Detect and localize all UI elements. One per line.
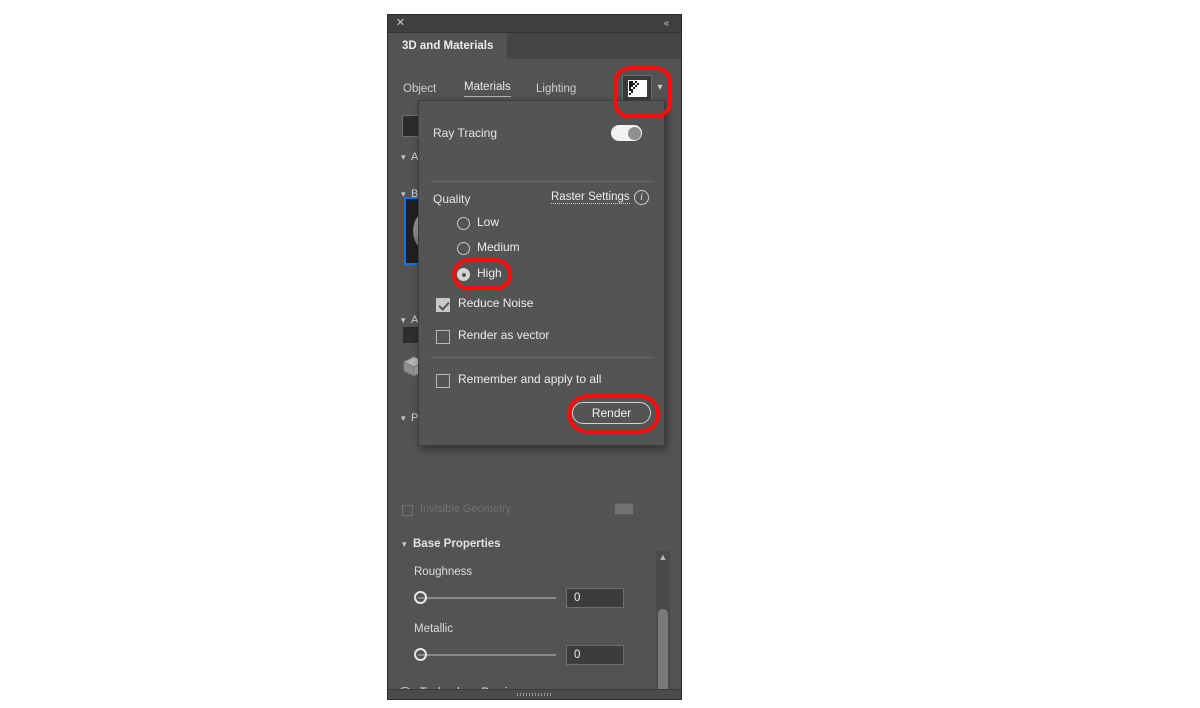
invisible-geometry-label: Invisible Geometry [420, 503, 512, 515]
roughness-value-input[interactable]: 0 [566, 588, 624, 608]
remember-apply-all-checkbox[interactable] [436, 374, 450, 388]
ray-tracing-toggle[interactable] [611, 125, 642, 141]
collapse-panel-icon[interactable]: « [659, 17, 673, 30]
collapsible-section-a2[interactable]: ▾ A [401, 314, 418, 326]
chevron-down-icon: ▾ [401, 315, 406, 325]
properties-scrollbar[interactable]: ▲ ▼ [656, 551, 670, 699]
chevron-down-icon: ▾ [401, 413, 406, 423]
ray-tracing-row: Ray Tracing [419, 101, 664, 167]
chevron-down-icon: ▾ [401, 152, 406, 162]
metallic-value-input[interactable]: 0 [566, 645, 624, 665]
collapsible-section-a1[interactable]: ▾ A [401, 151, 418, 163]
invisible-geometry-checkbox[interactable] [402, 505, 413, 516]
panel-tab-strip: 3D and Materials [388, 33, 681, 59]
swatch-glyph-icon: ▉▉▉ [615, 504, 634, 514]
reduce-noise-checkbox[interactable] [436, 298, 450, 312]
chevron-down-icon: ▾ [402, 539, 407, 549]
close-icon[interactable]: ✕ [394, 17, 407, 30]
divider-2 [431, 357, 654, 358]
quality-label: Quality [433, 192, 471, 206]
ray-tracing-label: Ray Tracing [433, 126, 498, 140]
base-properties-header[interactable]: ▾ Base Properties [402, 538, 501, 550]
radio-low[interactable] [457, 217, 470, 230]
radio-medium[interactable] [457, 242, 470, 255]
render-settings-button[interactable] [622, 75, 652, 101]
scrollbar-thumb[interactable] [658, 609, 668, 693]
info-icon[interactable]: i [634, 190, 649, 205]
render-button[interactable]: Render [572, 402, 651, 424]
base-properties-section: Invisible Geometry ▉▉▉ ▾ Base Properties … [388, 493, 681, 699]
roughness-slider-knob[interactable] [414, 591, 427, 604]
render-as-vector-checkbox[interactable] [436, 330, 450, 344]
screenshot-stage: ✕ « 3D and Materials Object Materials Li… [0, 0, 1200, 708]
invisible-geometry-row[interactable]: Invisible Geometry ▉▉▉ [402, 503, 652, 519]
radio-high[interactable] [457, 268, 470, 281]
render-settings-flyout: Ray Tracing Quality Raster Settings i Lo… [418, 100, 665, 446]
panel-resize-grip[interactable] [388, 689, 681, 699]
metallic-slider-knob[interactable] [414, 648, 427, 661]
grip-dots-icon [516, 693, 553, 696]
tab-object[interactable]: Object [403, 83, 436, 95]
scroll-up-icon[interactable]: ▲ [656, 551, 670, 563]
chevron-down-icon[interactable]: ▾ [654, 82, 666, 94]
toggle-knob [627, 126, 641, 140]
raster-settings-link[interactable]: Raster Settings [551, 191, 630, 204]
tab-lighting[interactable]: Lighting [536, 83, 576, 95]
panel-titlebar: ✕ « [388, 15, 681, 33]
roughness-slider-track[interactable] [418, 597, 556, 599]
metallic-slider-track[interactable] [418, 654, 556, 656]
tab-materials[interactable]: Materials [464, 81, 511, 97]
divider-1 [431, 181, 654, 182]
tab-3d-and-materials[interactable]: 3D and Materials [388, 33, 508, 59]
render-settings-halftone-icon [628, 80, 647, 97]
metallic-label: Metallic [414, 623, 453, 635]
collapsible-section-p[interactable]: ▾ P [401, 412, 418, 424]
roughness-label: Roughness [414, 566, 473, 578]
